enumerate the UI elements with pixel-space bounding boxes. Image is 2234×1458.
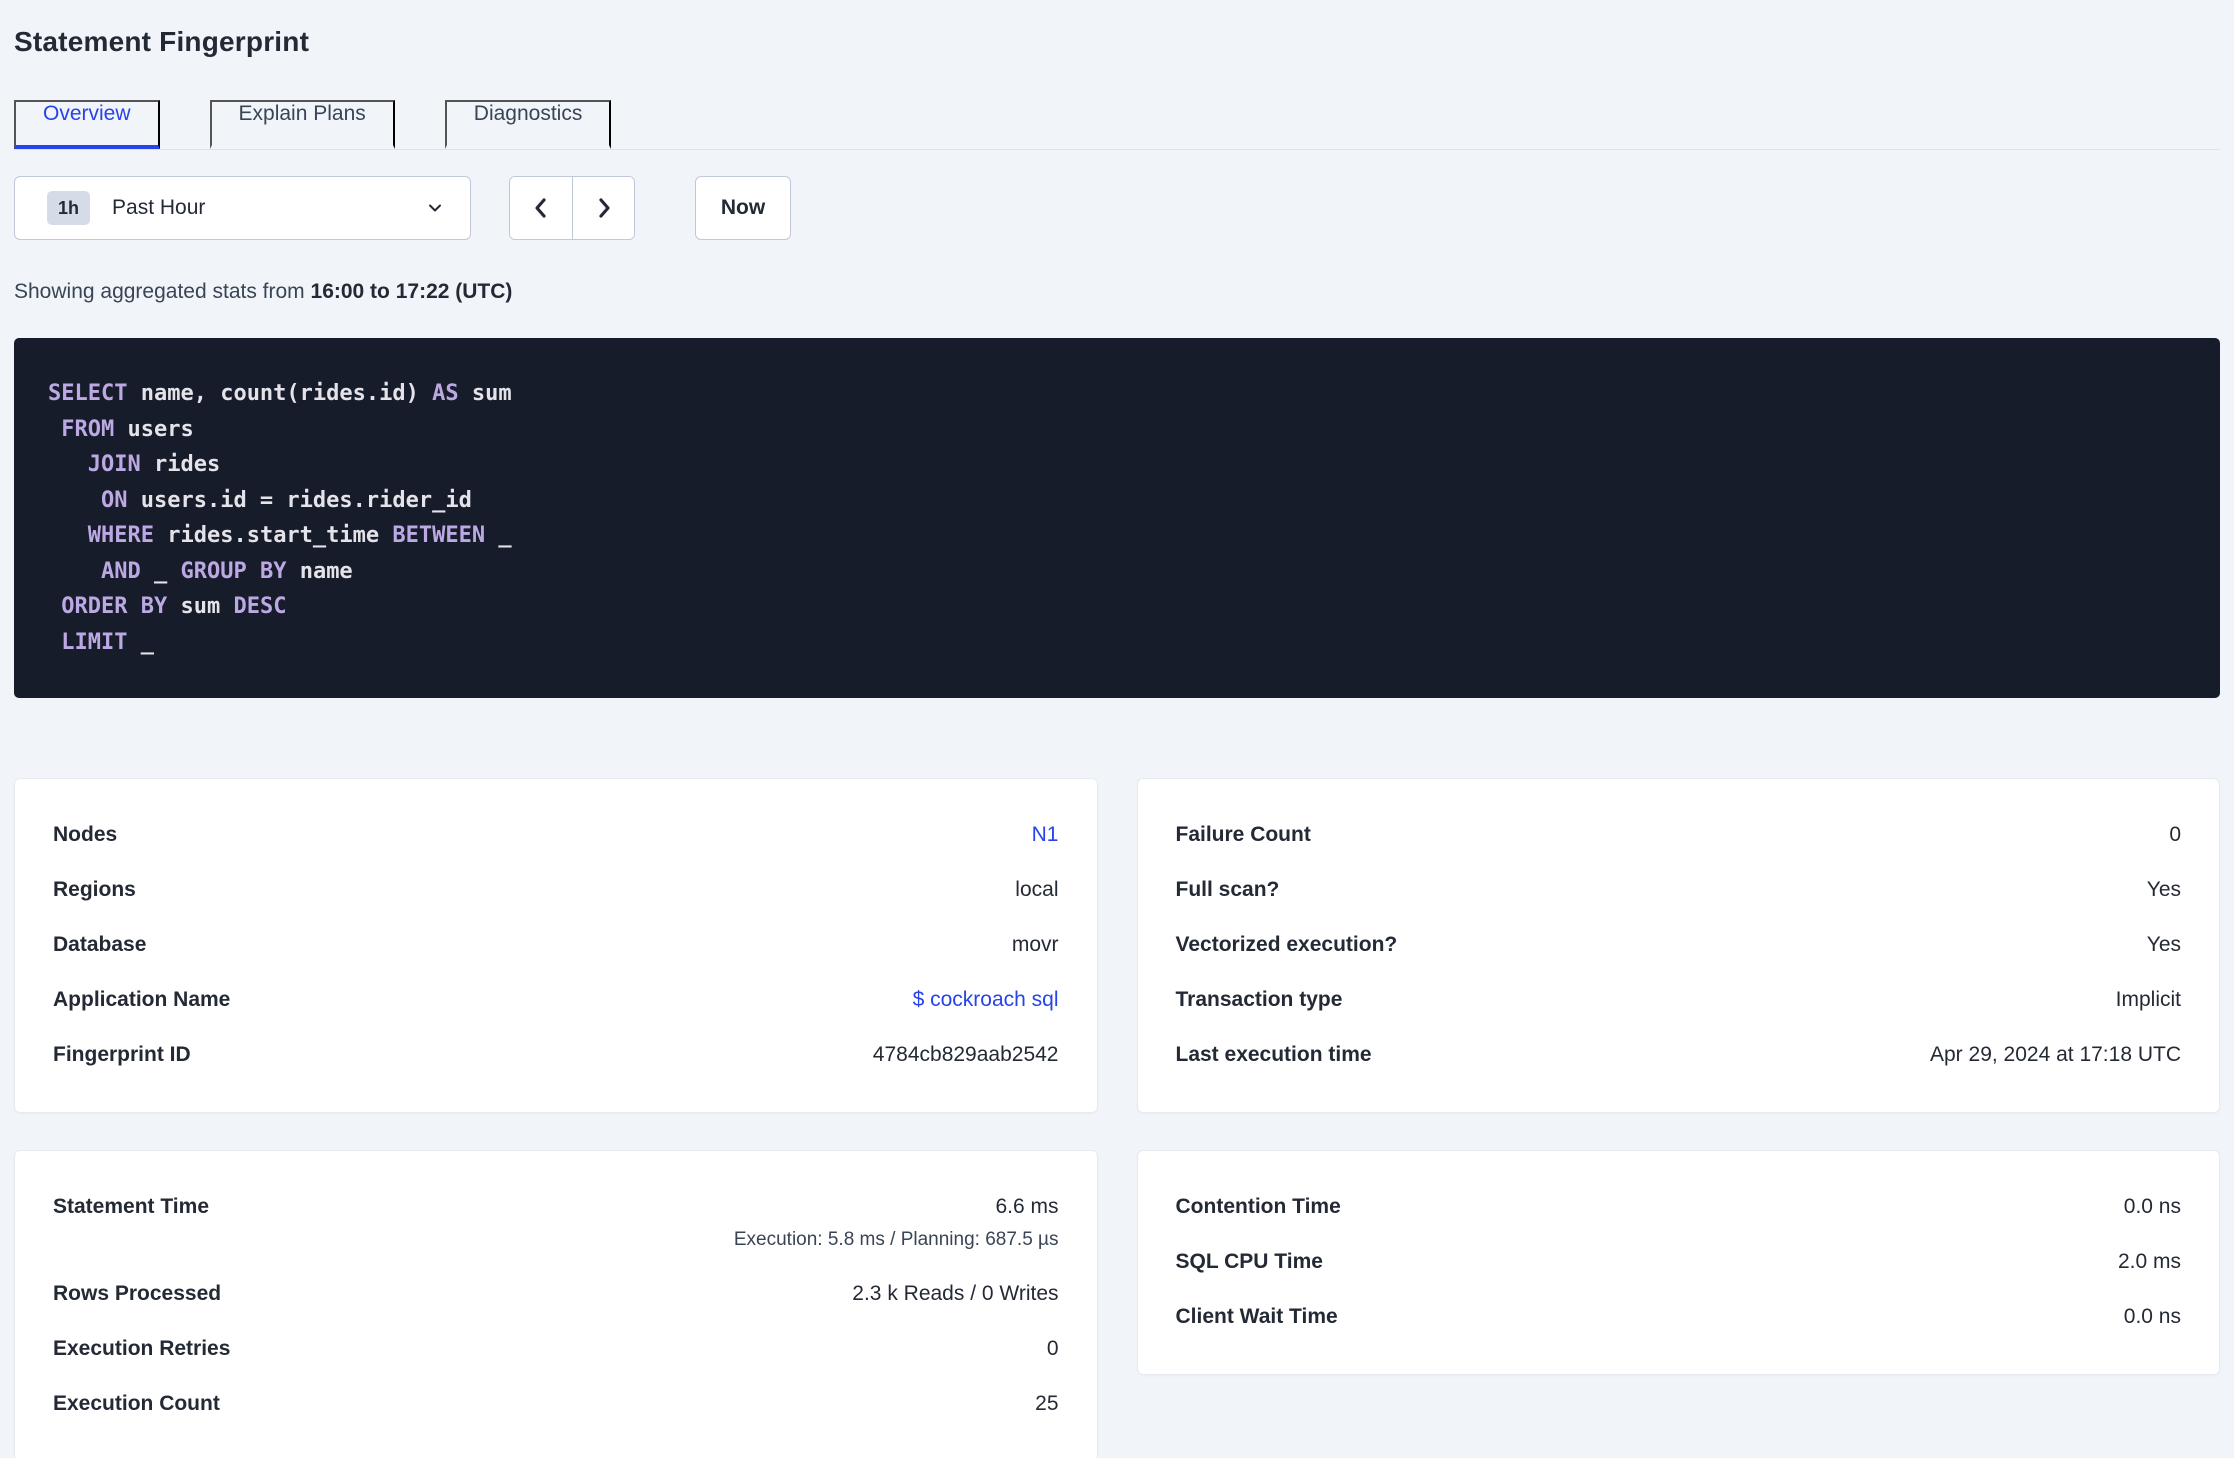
caption-time-range: 16:00 to 17:22 (UTC) (310, 280, 513, 303)
summary-row: Full scan? Yes (1176, 878, 2182, 902)
chevron-left-icon (529, 195, 553, 221)
row-label: Last execution time (1175, 1043, 1372, 1066)
next-time-button[interactable] (572, 177, 634, 239)
summary-row: Rows Processed 2.3 k Reads / 0 Writes (53, 1282, 1059, 1306)
time-range-dropdown[interactable]: 1h Past Hour (14, 176, 471, 240)
summary-row: Execution Retries 0 (53, 1337, 1059, 1361)
tab-diagnostics[interactable]: Diagnostics (444, 100, 612, 149)
row-label: Nodes (53, 823, 118, 846)
chevron-down-icon (424, 197, 446, 219)
time-step-group (509, 176, 635, 240)
summary-row: Application Name $ cockroach sql (53, 988, 1059, 1012)
summary-cards: Nodes N1 Regions local Database movr Applicati… (14, 778, 2220, 1458)
row-value: 25 (1035, 1392, 1059, 1415)
prev-time-button[interactable] (510, 177, 572, 239)
summary-row: SQL CPU Time 2.0 ms (1176, 1250, 2182, 1274)
summary-row: Execution Count 25 (53, 1392, 1059, 1416)
row-label: Database (53, 933, 147, 956)
time-range-badge: 1h (47, 191, 91, 225)
summary-row: Vectorized execution? Yes (1176, 933, 2182, 957)
sql-line: WHERE rides.start_time BETWEEN _ (87, 523, 512, 548)
page-title: Statement Fingerprint (14, 26, 310, 57)
sql-statement-box: SELECT name, count(rides.id) AS sum FROM… (14, 338, 2220, 698)
aggregated-stats-caption: Showing aggregated stats from 16:00 to 1… (14, 280, 2220, 304)
row-label: Regions (53, 878, 136, 901)
tab-bar: Overview Explain Plans Diagnostics (14, 100, 2220, 150)
summary-row: Fingerprint ID 4784cb829aab2542 (53, 1043, 1059, 1067)
row-label: Client Wait Time (1175, 1305, 1338, 1328)
summary-row: Client Wait Time 0.0 ns (1176, 1305, 2182, 1329)
row-value: movr (1011, 933, 1059, 956)
row-label: Failure Count (1175, 823, 1311, 846)
row-label: Application Name (53, 988, 231, 1011)
sql-line: ORDER BY sum DESC (61, 594, 287, 619)
row-value: Yes (2146, 878, 2181, 901)
row-value: Apr 29, 2024 at 17:18 UTC (1930, 1043, 2181, 1066)
sql-line: JOIN rides (87, 452, 221, 477)
row-value-link[interactable]: N1 (1032, 823, 1059, 846)
row-label: Execution Count (53, 1392, 220, 1415)
row-value: 0.0 ns (2123, 1305, 2181, 1328)
sql-line: SELECT name, count(rides.id) AS sum (48, 381, 512, 406)
sql-line: ON users.id = rides.rider_id (100, 487, 472, 513)
row-value-link[interactable]: $ cockroach sql (913, 988, 1059, 1011)
overview-card: Nodes N1 Regions local Database movr Applicati… (14, 778, 1098, 1113)
chevron-right-icon (592, 195, 616, 221)
execution-attributes-card: Failure Count 0 Full scan? Yes Vectorized ex… (1136, 778, 2220, 1113)
statement-times-card: Statement Time 6.6 ms Execution: 5.8 ms / … (14, 1150, 1098, 1458)
row-value: Implicit (2115, 988, 2181, 1011)
summary-row: Failure Count 0 (1176, 823, 2182, 847)
row-label: SQL CPU Time (1175, 1250, 1323, 1273)
time-range-label: Past Hour (112, 196, 206, 219)
summary-row: Statement Time 6.6 ms Execution: 5.8 ms / … (53, 1195, 1059, 1251)
row-value: 0.0 ns (2123, 1195, 2181, 1218)
now-button[interactable]: Now (695, 176, 791, 240)
row-label: Execution Retries (53, 1337, 231, 1360)
row-label: Transaction type (1175, 988, 1343, 1011)
row-subvalue: Execution: 5.8 ms / Planning: 687.5 µs (733, 1229, 1059, 1250)
sql-line: AND _ GROUP BY name (100, 558, 353, 584)
row-value: 4784cb829aab2542 (872, 1043, 1059, 1066)
row-value: local (1015, 878, 1059, 901)
wait-times-card: Contention Time 0.0 ns SQL CPU Time 2.0 ms C… (1136, 1150, 2220, 1375)
row-label: Rows Processed (53, 1282, 222, 1305)
row-value: 2.3 k Reads / 0 Writes (852, 1282, 1059, 1305)
row-value: 6.6 ms (995, 1195, 1059, 1218)
time-controls: 1h Past Hour Now (14, 176, 2220, 240)
summary-row: Database movr (53, 933, 1059, 957)
sql-line: FROM users (61, 416, 194, 442)
row-label: Vectorized execution? (1175, 933, 1398, 956)
tab-overview[interactable]: Overview (14, 100, 160, 149)
row-value: Yes (2146, 933, 2181, 956)
summary-row: Regions local (53, 878, 1059, 902)
row-label: Full scan? (1175, 878, 1280, 901)
row-value: 0 (2169, 823, 2181, 846)
row-value: 2.0 ms (2117, 1250, 2181, 1273)
row-value: 0 (1046, 1337, 1059, 1360)
caption-prefix: Showing aggregated stats from (14, 280, 311, 303)
summary-row: Last execution time Apr 29, 2024 at 17:18… (1176, 1043, 2182, 1067)
summary-row: Transaction type Implicit (1176, 988, 2182, 1012)
row-label: Fingerprint ID (53, 1043, 191, 1066)
row-label: Contention Time (1175, 1195, 1341, 1218)
sql-line: LIMIT _ (61, 629, 154, 655)
summary-row: Nodes N1 (53, 823, 1059, 847)
row-label: Statement Time (53, 1195, 209, 1218)
tab-explain-plans[interactable]: Explain Plans (209, 100, 395, 149)
summary-row: Contention Time 0.0 ns (1176, 1195, 2182, 1219)
